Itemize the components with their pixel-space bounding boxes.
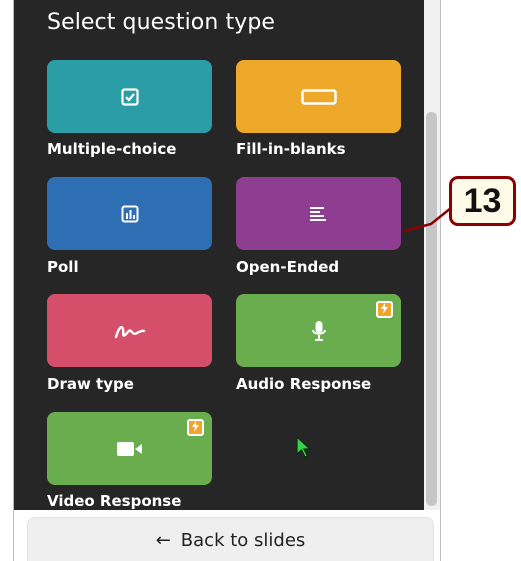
callout-pointer-line xyxy=(403,207,452,233)
screen: Select question type Multiple-choice Fil… xyxy=(0,0,521,561)
mouse-cursor-icon xyxy=(296,436,312,458)
annotation-number: 13 xyxy=(449,176,516,226)
